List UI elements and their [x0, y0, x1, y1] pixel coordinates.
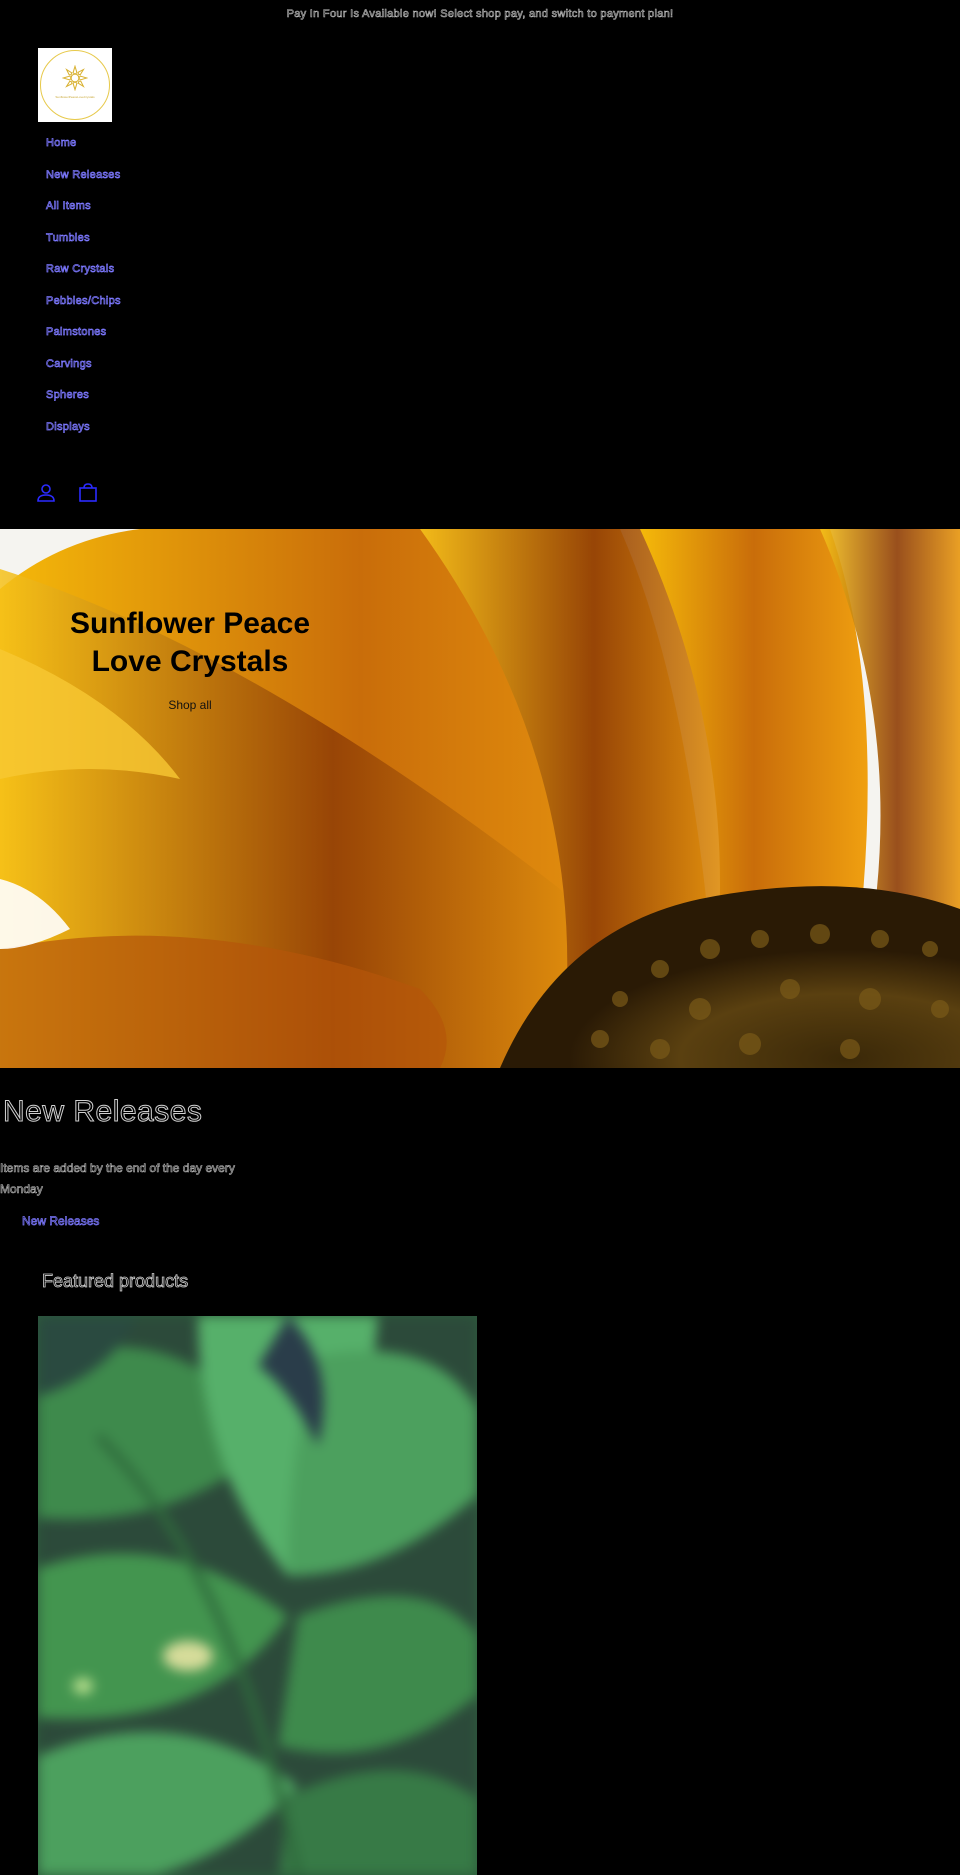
- logo-text: SunflowerPeaceLoveCrystals: [55, 95, 95, 99]
- leaf-product-image: [38, 1316, 477, 1875]
- nav-item-raw-crystals[interactable]: Raw Crystals: [46, 260, 121, 292]
- nav-item-pebbles-chips[interactable]: Pebbles/Chips: [46, 292, 121, 324]
- logo-ring: SunflowerPeaceLoveCrystals: [40, 50, 110, 120]
- sunflower-icon: [62, 65, 88, 91]
- account-icon[interactable]: [35, 482, 57, 504]
- product-card-image[interactable]: [38, 1316, 477, 1875]
- announcement-bar: Pay In Four Is Available now! Select sho…: [286, 8, 674, 21]
- nav-item-carvings[interactable]: Carvings: [46, 355, 121, 387]
- collection-link[interactable]: New Releases: [22, 1214, 100, 1229]
- shop-all-link[interactable]: Shop all: [140, 698, 240, 712]
- featured-products-title: Featured products: [42, 1271, 189, 1292]
- nav-item-new-releases[interactable]: New Releases: [46, 166, 121, 198]
- nav-item-displays[interactable]: Displays: [46, 418, 121, 450]
- collection-title: New Releases: [2, 1095, 203, 1129]
- nav-item-palmstones[interactable]: Palmstones: [46, 323, 121, 355]
- nav-item-spheres[interactable]: Spheres: [46, 386, 121, 418]
- nav-item-all-items[interactable]: All Items: [46, 197, 121, 229]
- nav-item-home[interactable]: Home: [46, 134, 121, 166]
- collection-description: Items are added by the end of the day ev…: [0, 1161, 235, 1197]
- hero-title: Sunflower Peace Love Crystals: [69, 607, 311, 678]
- cart-icon[interactable]: [77, 482, 99, 504]
- main-nav: Home New Releases All Items Tumbles Raw …: [46, 134, 121, 449]
- store-logo[interactable]: SunflowerPeaceLoveCrystals: [38, 48, 112, 122]
- nav-item-tumbles[interactable]: Tumbles: [46, 229, 121, 261]
